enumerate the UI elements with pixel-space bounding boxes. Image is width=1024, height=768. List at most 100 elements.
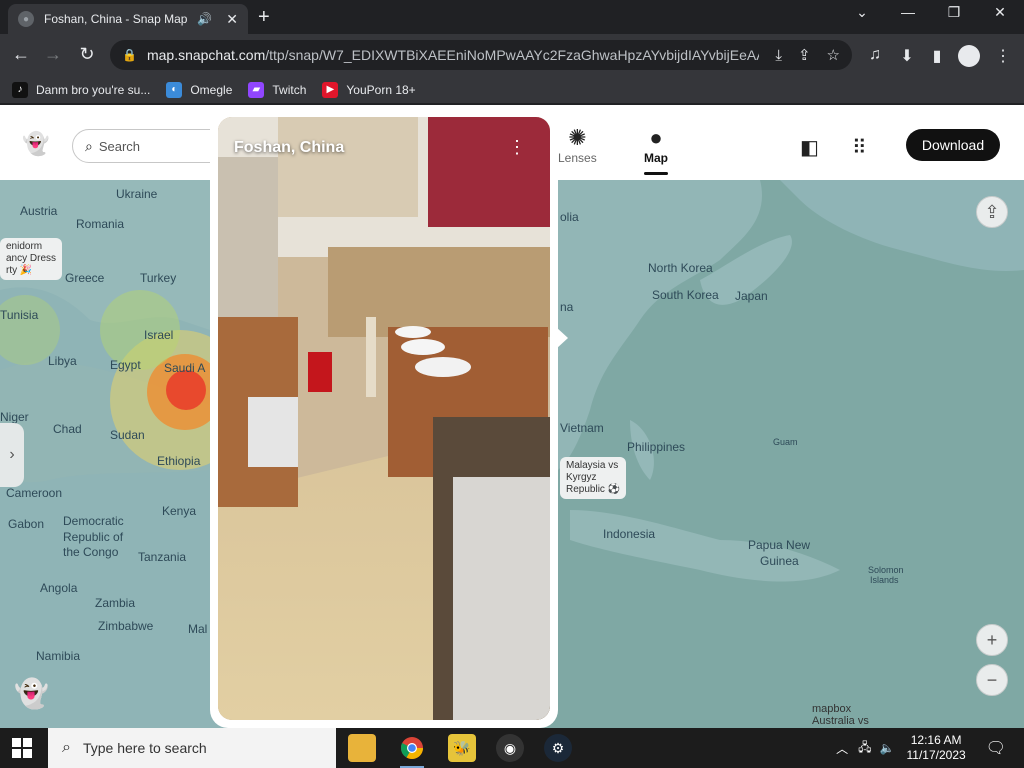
bookmark-item[interactable]: ▶ YouPorn 18+	[322, 81, 416, 98]
system-tray: ︿ 🖧 🔈 12:16 AM 11/17/2023 🗨	[836, 728, 1024, 768]
steam-icon[interactable]: ⚙	[544, 734, 572, 762]
map-label: Vietnam	[560, 421, 604, 435]
story-menu-icon[interactable]: ⋮	[508, 137, 526, 158]
file-explorer-icon[interactable]	[348, 734, 376, 762]
map-label: North Korea	[648, 261, 713, 275]
map-label: Libya	[48, 354, 77, 368]
restore-button[interactable]: ❐	[934, 4, 974, 21]
tiktok-icon: ♪	[12, 81, 28, 98]
map-pin-icon: ●	[649, 125, 663, 150]
story-photo[interactable]: Foshan, China ⋮	[218, 117, 550, 720]
map-label: Ethiopia	[157, 454, 201, 468]
install-app-icon[interactable]: ⤓	[775, 47, 782, 64]
map-label: Indonesia	[603, 527, 656, 541]
map-label: olia	[560, 210, 579, 224]
map-label: Gabon	[8, 517, 45, 531]
bookmark-item[interactable]: ♪ Danm bro you're su...	[12, 81, 150, 98]
mapbox-attribution: mapbox Australia vs	[812, 703, 869, 727]
chrome-icon[interactable]	[398, 734, 426, 768]
active-tab-underline	[644, 172, 668, 175]
share-map-button[interactable]: ⇪	[976, 196, 1008, 228]
open-panel-arrow[interactable]: ›	[0, 423, 24, 487]
map-label: Japan	[735, 289, 768, 303]
map-label: Philippines	[627, 440, 686, 454]
windows-taskbar: ⌕ Type here to search 🐝 ◉ ⚙ ︿ 🖧 🔈 12:16 …	[0, 728, 1024, 768]
menu-kebab-icon[interactable]: ⋮	[992, 46, 1014, 66]
nav-map[interactable]: ● Map	[644, 125, 668, 175]
tab-search-chevron-icon[interactable]: ⌄	[842, 4, 882, 21]
show-hidden-icons-chevron-icon[interactable]: ︿	[836, 740, 848, 757]
bookmark-star-icon[interactable]: ☆	[827, 46, 840, 64]
downloads-icon[interactable]: ⬇	[896, 46, 918, 66]
profile-avatar[interactable]	[958, 45, 980, 67]
side-panel-icon[interactable]: ▮	[926, 46, 948, 66]
map-label: Zambia	[95, 596, 136, 610]
snap-map-page: Ukraine Austria Romania Greece Turkey Tu…	[0, 105, 1024, 728]
browser-tab[interactable]: ● Foshan, China - Snap Map 🔊 ✕	[8, 4, 248, 34]
forward-button[interactable]: →	[42, 44, 64, 65]
minimize-button[interactable]: —	[888, 4, 928, 20]
bookmark-item[interactable]: ◐ Omegle	[166, 81, 232, 98]
notifications-icon[interactable]: 🗨	[986, 738, 1006, 758]
new-tab-button[interactable]: +	[258, 6, 270, 29]
map-label: Papua New	[748, 538, 811, 552]
search-input[interactable]: ⌕ Search	[72, 129, 232, 163]
map-label: Namibia	[36, 649, 81, 663]
reload-button[interactable]: ↻	[76, 44, 98, 65]
map-label: Romania	[76, 217, 125, 231]
nav-lenses[interactable]: ✺ Lenses	[558, 125, 597, 165]
speaker-icon[interactable]: 🔊	[197, 12, 212, 26]
map-label: Chad	[53, 422, 82, 436]
taskbar-search-input[interactable]: ⌕ Type here to search	[48, 728, 336, 768]
bee-app-icon[interactable]: 🐝	[448, 734, 476, 762]
browser-tab-bar: ● Foshan, China - Snap Map 🔊 ✕ + ⌄ — ❐ ✕	[0, 0, 1024, 34]
map-label: Niger	[0, 410, 29, 424]
map-label: Sudan	[110, 428, 145, 442]
map-label: Zimbabwe	[98, 619, 154, 633]
map-label: Turkey	[140, 271, 177, 285]
map-label: Democratic	[63, 514, 124, 528]
map-label: the Congo	[63, 545, 119, 559]
tab-title: Foshan, China - Snap Map	[44, 12, 188, 26]
heat-spot	[166, 370, 206, 410]
apps-grid-icon[interactable]: ⠿	[852, 135, 867, 160]
map-label: Guinea	[760, 554, 799, 568]
map-label: Guam	[773, 437, 798, 447]
sidebar-toggle-icon[interactable]: ◧	[800, 135, 819, 160]
snapchat-logo-icon[interactable]: 👻	[22, 131, 49, 157]
map-label: Tanzania	[138, 550, 187, 564]
zoom-in-button[interactable]: +	[976, 624, 1008, 656]
story-viewer[interactable]: Foshan, China ⋮	[210, 109, 558, 728]
snap-favicon-icon: ●	[18, 11, 34, 27]
omegle-icon: ◐	[166, 81, 183, 98]
back-button[interactable]: ←	[10, 44, 32, 65]
map-label: South Korea	[652, 288, 719, 302]
volume-muted-icon[interactable]: 🔈	[880, 741, 895, 755]
browser-toolbar: ← → ↻ 🔒 map.snapchat.com/ttp/snap/W7_EDI…	[0, 34, 1024, 76]
windows-start-icon[interactable]	[12, 738, 32, 758]
share-icon[interactable]: ⇪	[798, 46, 811, 64]
story-location-title: Foshan, China	[234, 139, 345, 156]
zoom-out-button[interactable]: −	[976, 664, 1008, 696]
map-event-callout[interactable]: Malaysia vs Kyrgyz Republic ⚽	[560, 457, 627, 499]
bookmark-item[interactable]: ▰ Twitch	[248, 81, 306, 98]
map-label: Kenya	[162, 504, 197, 518]
taskbar-clock[interactable]: 12:16 AM 11/17/2023	[907, 733, 966, 763]
map-event-callout[interactable]: enidorm ancy Dress rty 🎉	[0, 238, 63, 280]
bookmarks-bar: ♪ Danm bro you're su... ◐ Omegle ▰ Twitc…	[0, 76, 1024, 104]
map-label: Austria	[20, 204, 58, 218]
recording-app-icon[interactable]: ◉	[496, 734, 524, 762]
media-control-icon[interactable]: ♫	[864, 46, 886, 64]
network-icon[interactable]: 🖧	[858, 738, 871, 759]
lock-icon: 🔒	[122, 48, 137, 62]
download-button[interactable]: Download	[906, 129, 1000, 161]
search-icon: ⌕	[62, 739, 71, 756]
story-next-arrow[interactable]	[556, 327, 568, 349]
store-interior-image	[218, 117, 550, 720]
close-window-button[interactable]: ✕	[980, 4, 1020, 21]
map-label: Solomon	[868, 565, 904, 575]
snapchat-ghost-icon[interactable]: 👻	[14, 677, 49, 710]
map-label: Greece	[65, 271, 105, 285]
address-bar[interactable]: 🔒 map.snapchat.com/ttp/snap/W7_EDIXWTBiX…	[110, 40, 852, 70]
close-tab-icon[interactable]: ✕	[226, 11, 238, 28]
